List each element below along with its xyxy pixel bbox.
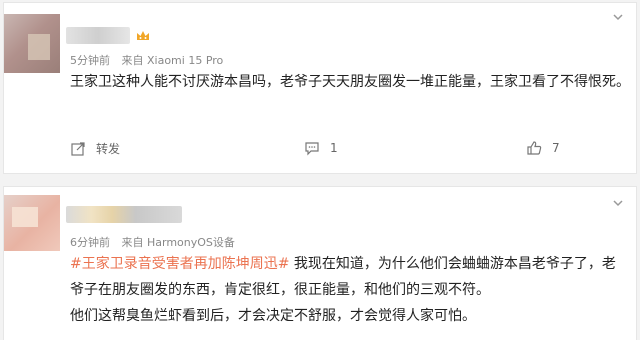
chevron-down-icon[interactable]	[612, 197, 624, 209]
post-meta: 5分钟前 来自 Xiaomi 15 Pro	[70, 52, 231, 68]
post-time: 5分钟前	[70, 54, 110, 67]
comment-button[interactable]: 1	[304, 140, 338, 156]
chevron-down-icon[interactable]	[612, 11, 624, 23]
repost-icon	[71, 141, 85, 156]
post-source: 来自 Xiaomi 15 Pro	[121, 54, 224, 67]
post-text-line2: 爷子在朋友圈发的东西，肯定很红，很正能量，和他们的三观不符。	[70, 282, 490, 298]
comment-icon	[305, 142, 319, 156]
comment-count: 1	[330, 141, 338, 155]
crown-icon	[135, 28, 151, 44]
username-blurred[interactable]	[66, 27, 130, 44]
topic-hashtag-link[interactable]: #王家卫录音受害者再加陈坤周迅#	[70, 256, 289, 272]
like-button[interactable]: 7	[526, 140, 560, 156]
like-count: 7	[552, 141, 560, 155]
comment-card-1: 5分钟前 来自 Xiaomi 15 Pro 王家卫这种人能不讨厌游本昌吗，老爷子…	[3, 2, 637, 174]
post-text-line1: 我现在知道，为什么他们会蛐蛐游本昌老爷子了，老	[289, 256, 616, 272]
repost-button[interactable]: 转发	[70, 140, 120, 157]
action-bar: 转发 1 7	[4, 134, 636, 164]
post-time: 6分钟前	[70, 236, 110, 249]
post-source: 来自 HarmonyOS设备	[121, 236, 235, 249]
comment-card-2: 6分钟前 来自 HarmonyOS设备 #王家卫录音受害者再加陈坤周迅# 我现在…	[3, 186, 637, 340]
post-text: 王家卫这种人能不讨厌游本昌吗，老爷子天天朋友圈发一堆正能量，王家卫看了不得恨死。	[70, 74, 630, 90]
username-blurred[interactable]	[66, 206, 182, 223]
avatar[interactable]	[4, 14, 60, 73]
post-text-line3: 他们这帮臭鱼烂虾看到后，才会决定不舒服，才会觉得人家可怕。	[70, 308, 476, 324]
post-meta: 6分钟前 来自 HarmonyOS设备	[70, 234, 243, 250]
repost-label: 转发	[96, 142, 121, 156]
avatar[interactable]	[4, 195, 60, 251]
like-icon	[527, 141, 542, 155]
post-text: #王家卫录音受害者再加陈坤周迅# 我现在知道，为什么他们会蛐蛐游本昌老爷子了，老…	[70, 251, 632, 329]
